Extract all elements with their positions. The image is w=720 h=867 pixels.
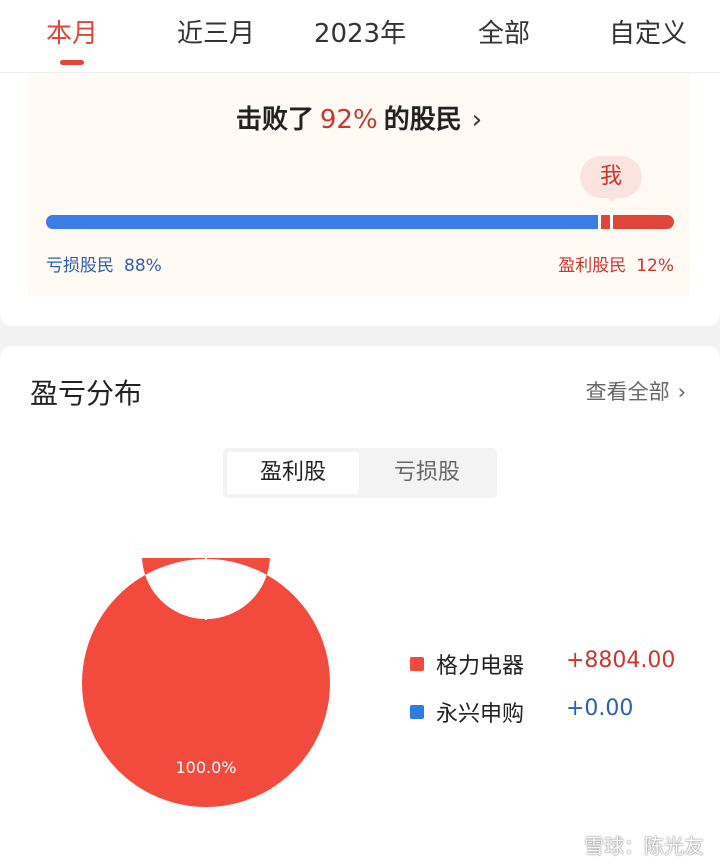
view-all-text: 查看全部 <box>585 380 670 404</box>
segment-loss-stocks[interactable]: 亏损股 <box>361 452 493 494</box>
ranking-panel: 击败了 92% 的股民 › 我 亏损股民 88% 盈利股民 12% <box>28 73 690 296</box>
legend-pnl-value: +0.00 <box>566 696 634 721</box>
active-tab-indicator <box>60 60 84 65</box>
loss-investors-label: 亏损股民 88% <box>46 251 162 276</box>
period-tab-bar: 本月 近三月 2023年 全部 自定义 <box>0 0 720 73</box>
pnl-distribution-card: 盈亏分布 查看全部 › 盈利股 亏损股 100.0% 格力电器 +8804.00 永兴… <box>0 346 720 867</box>
pnl-donut-chart: 100.0% <box>81 558 330 807</box>
segment-profit-stocks[interactable]: 盈利股 <box>227 452 359 494</box>
my-position-marker <box>610 215 613 229</box>
chevron-right-icon: › <box>677 380 686 404</box>
ranking-headline[interactable]: 击败了 92% 的股民 › <box>28 99 690 136</box>
loss-investors-fill <box>46 215 599 229</box>
tab-custom[interactable]: 自定义 <box>598 14 698 54</box>
profit-loss-segmented-control: 盈利股 亏损股 <box>223 448 497 498</box>
tab-all[interactable]: 全部 <box>462 14 546 54</box>
chevron-right-icon: › <box>471 105 483 135</box>
ranking-card: 击败了 92% 的股民 › 我 亏损股民 88% 盈利股民 12% <box>0 73 720 326</box>
legend-swatch <box>410 705 424 719</box>
ranking-percent: 92% <box>319 105 378 135</box>
legend-stock-name: 永兴申购 <box>436 702 525 727</box>
legend-pnl-value: +8804.00 <box>566 648 676 673</box>
investor-ratio-bar <box>46 215 674 229</box>
legend-stock-name: 格力电器 <box>436 654 525 679</box>
loss-investors-percent: 88% <box>124 256 162 276</box>
my-position-bubble: 我 <box>580 156 642 202</box>
view-all-link[interactable]: 查看全部 › <box>586 376 686 406</box>
watermark: 雪球：陈光友 <box>584 834 704 858</box>
tab-last-three-months[interactable]: 近三月 <box>166 14 266 54</box>
section-title: 盈亏分布 <box>30 377 143 410</box>
tab-2023[interactable]: 2023年 <box>302 14 418 54</box>
profit-investors-text: 盈利股民 <box>558 256 627 276</box>
loss-investors-text: 亏损股民 <box>46 256 114 276</box>
ranking-suffix: 的股民 <box>383 105 462 135</box>
profit-investors-label: 盈利股民 12% <box>558 251 674 276</box>
tab-this-month[interactable]: 本月 <box>30 14 114 54</box>
slice-percent-label: 100.0% <box>175 758 236 777</box>
profit-investors-percent: 12% <box>636 256 674 276</box>
bar-divider <box>598 215 601 229</box>
legend-swatch <box>410 657 424 671</box>
ranking-prefix: 击败了 <box>235 105 314 135</box>
